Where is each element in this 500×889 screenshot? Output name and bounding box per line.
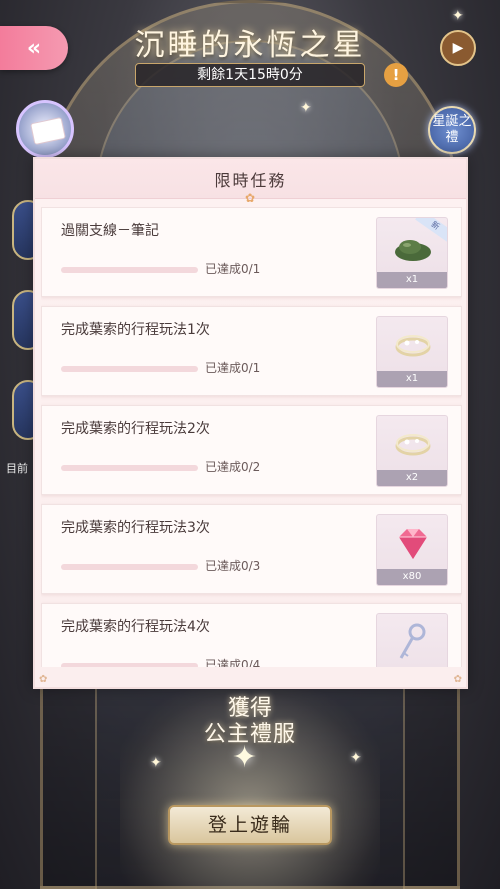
birthday-gift-button[interactable]: 星誕之禮 — [428, 106, 476, 154]
play-button[interactable]: ▶ — [440, 30, 476, 66]
sparkle-icon: ✦ — [300, 100, 312, 116]
key-icon — [399, 623, 426, 659]
task-list[interactable]: 過關支線－筆記 已達成0/1 新 x1 完成葉索的行程玩法1次 已達成0/1 x… — [41, 207, 462, 667]
exclamation-icon: ! — [392, 66, 400, 84]
ring-icon — [395, 335, 431, 357]
task-name: 完成葉索的行程玩法2次 — [61, 421, 210, 437]
progress-text: 已達成0/4 — [205, 658, 261, 667]
reward-item[interactable]: x80 — [376, 514, 448, 586]
progress-bar — [61, 465, 198, 471]
reward-quantity: x1 — [377, 272, 447, 288]
envelope-icon — [31, 118, 65, 144]
task-item: 完成葉索的行程玩法3次 已達成0/3 x80 — [41, 504, 462, 594]
reward-item[interactable]: x2 — [376, 415, 448, 487]
reward-quantity: x1 — [377, 371, 447, 387]
reward-quantity: x80 — [377, 569, 447, 585]
reward-quantity: x2 — [377, 470, 447, 486]
board-cruise-button[interactable]: 登上遊輪 — [168, 805, 332, 845]
reward-item[interactable]: x1 — [376, 316, 448, 388]
corner-ornament-icon: ✿ — [453, 674, 462, 685]
progress-bar — [61, 663, 198, 667]
progress-bar — [61, 564, 198, 570]
progress-bar — [61, 267, 198, 273]
progress-text: 已達成0/3 — [205, 559, 261, 573]
progress-text: 已達成0/1 — [205, 262, 261, 276]
sparkle-icon: ✦ — [150, 755, 162, 771]
sparkle-icon: ✦ — [350, 750, 362, 766]
countdown-timer: 剩餘1天15時0分 — [135, 63, 365, 87]
modal-title: 限時任務 — [214, 171, 287, 190]
progress-text: 已達成0/1 — [205, 361, 261, 375]
task-name: 完成葉索的行程玩法3次 — [61, 520, 210, 536]
flower-ornament-icon: ✿ — [245, 191, 256, 205]
task-name: 完成葉索的行程玩法1次 — [61, 322, 210, 338]
ring-icon — [395, 434, 431, 456]
task-name: 過關支線－筆記 — [61, 223, 159, 239]
pink-diamond-icon — [399, 529, 427, 559]
letter-medallion[interactable] — [16, 100, 74, 158]
play-icon: ▶ — [452, 40, 464, 56]
task-name: 完成葉索的行程玩法4次 — [61, 619, 210, 635]
progress-bar — [61, 366, 198, 372]
star-icon: ✦ — [232, 740, 258, 775]
task-item: 過關支線－筆記 已達成0/1 新 x1 — [41, 207, 462, 297]
limited-tasks-modal: 限時任務 ✿ ✿ ✿ 過關支線－筆記 已達成0/1 新 x1 完成葉索的行程玩法… — [33, 157, 468, 689]
task-item: 完成葉索的行程玩法1次 已達成0/1 x1 — [41, 306, 462, 396]
current-label: 目前 — [6, 462, 28, 475]
reward-item[interactable]: 新 x1 — [376, 217, 448, 289]
info-button[interactable]: ! — [384, 63, 408, 87]
task-item: 完成葉索的行程玩法2次 已達成0/2 x2 — [41, 405, 462, 495]
modal-header: 限時任務 ✿ — [35, 159, 466, 205]
task-item: 完成葉索的行程玩法4次 已達成0/4 — [41, 603, 462, 667]
event-title: 沉睡的永恆之星 — [134, 28, 366, 63]
reward-item[interactable] — [376, 613, 448, 667]
progress-text: 已達成0/2 — [205, 460, 261, 474]
corner-ornament-icon: ✿ — [39, 674, 48, 685]
